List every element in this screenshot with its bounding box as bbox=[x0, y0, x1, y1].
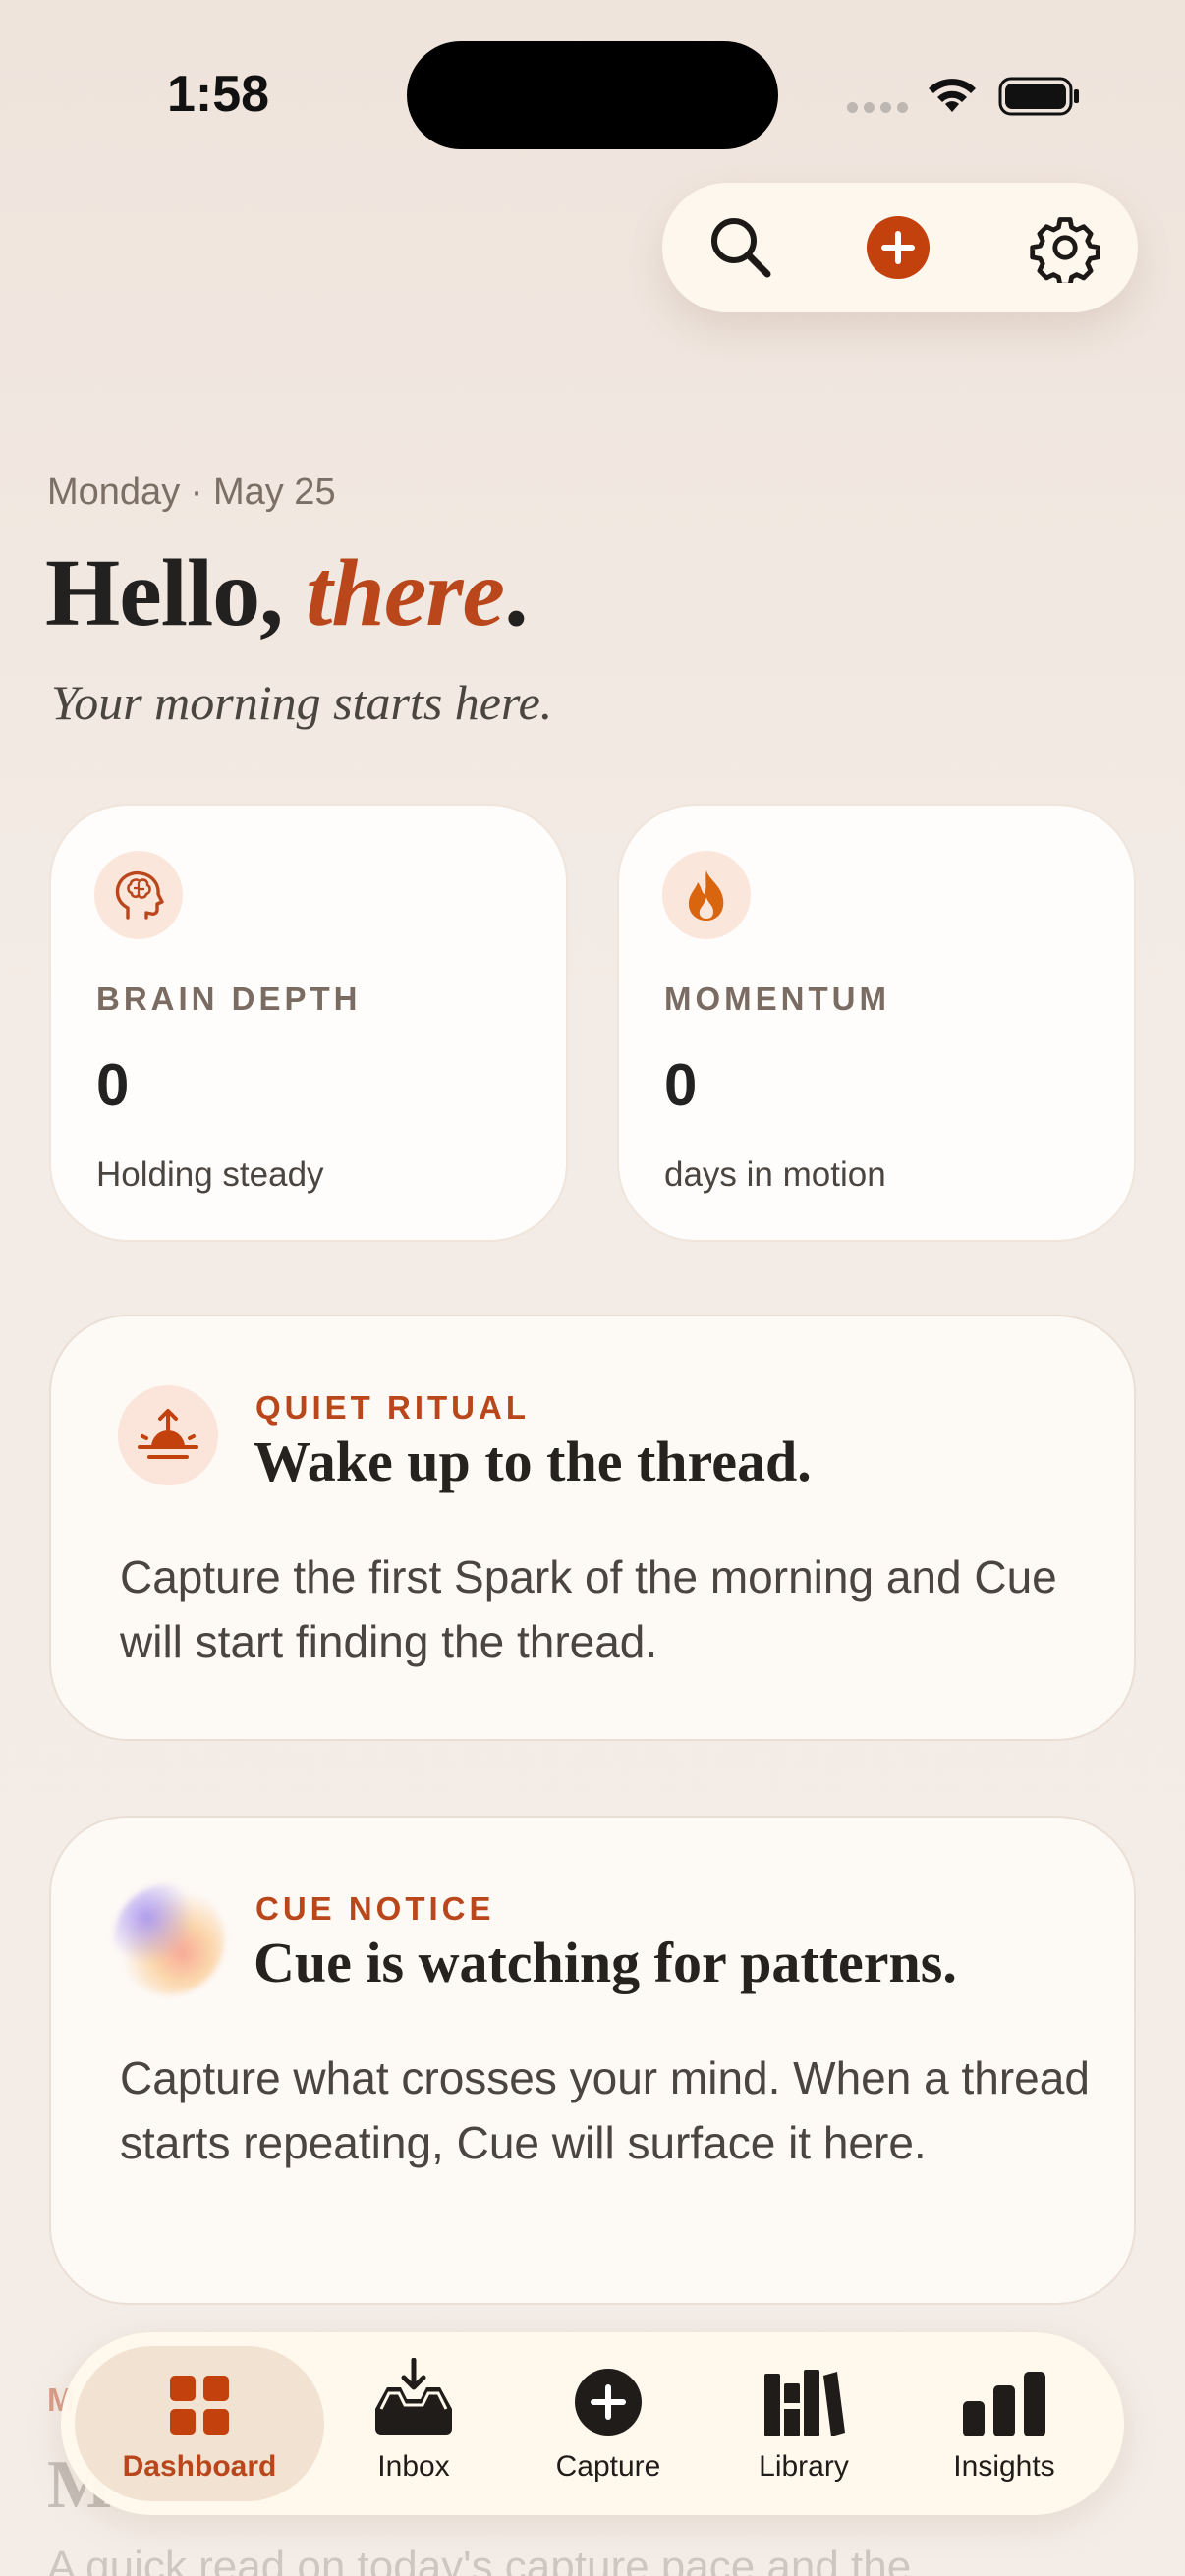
cue-notice-card[interactable]: CUE NOTICE Cue is watching for patterns.… bbox=[49, 1816, 1136, 2305]
flame-icon bbox=[662, 851, 751, 939]
wifi-icon bbox=[929, 79, 976, 112]
stat-value: 0 bbox=[96, 1052, 130, 1118]
search-icon bbox=[711, 218, 771, 278]
card-title: Cue is watching for patterns. bbox=[254, 1931, 957, 1994]
stat-note: days in motion bbox=[664, 1155, 886, 1194]
quiet-ritual-card[interactable]: QUIET RITUAL Wake up to the thread. Capt… bbox=[49, 1315, 1136, 1741]
tab-dashboard[interactable]: Dashboard bbox=[75, 2346, 324, 2501]
gear-icon bbox=[1030, 217, 1100, 283]
card-title: Wake up to the thread. bbox=[254, 1429, 812, 1493]
tab-label: Dashboard bbox=[122, 2450, 277, 2483]
stat-label: BRAIN DEPTH bbox=[96, 980, 362, 1017]
header-actions bbox=[662, 183, 1138, 312]
search-button[interactable] bbox=[702, 208, 780, 287]
tab-label: Capture bbox=[555, 2450, 661, 2483]
grid-icon bbox=[170, 2376, 229, 2435]
greeting-subtitle: Your morning starts here. bbox=[51, 675, 553, 730]
greeting-title: Hello, there. bbox=[45, 538, 529, 648]
sunrise-icon bbox=[118, 1385, 218, 1485]
stat-note: Holding steady bbox=[96, 1155, 324, 1194]
tab-label: Insights bbox=[953, 2450, 1055, 2483]
tab-inbox[interactable]: Inbox bbox=[350, 2346, 478, 2501]
card-kicker: CUE NOTICE bbox=[255, 1890, 495, 1927]
greeting-suffix: . bbox=[504, 540, 528, 646]
cue-orb-icon bbox=[114, 1884, 224, 1994]
greeting-prefix: Hello, bbox=[45, 540, 307, 646]
add-button[interactable] bbox=[859, 208, 937, 287]
status-time: 1:58 bbox=[167, 66, 270, 123]
brain-depth-card[interactable]: BRAIN DEPTH 0 Holding steady bbox=[49, 804, 568, 1242]
home-indicator bbox=[395, 2550, 790, 2562]
stat-value: 0 bbox=[664, 1052, 698, 1118]
plus-circle-icon bbox=[867, 216, 930, 279]
dynamic-island bbox=[407, 41, 778, 149]
momentum-card[interactable]: MOMENTUM 0 days in motion bbox=[617, 804, 1136, 1242]
stat-label: MOMENTUM bbox=[664, 980, 890, 1017]
battery-icon bbox=[998, 77, 1079, 116]
card-kicker: QUIET RITUAL bbox=[255, 1389, 530, 1426]
tab-label: Library bbox=[759, 2450, 849, 2483]
card-body: Capture what crosses your mind. When a t… bbox=[120, 2052, 1090, 2168]
inbox-tray-icon bbox=[375, 2358, 452, 2435]
cellular-signal-icon bbox=[847, 102, 908, 113]
books-icon bbox=[764, 2370, 845, 2436]
brain-head-icon bbox=[94, 851, 183, 939]
tab-insights[interactable]: Insights bbox=[926, 2346, 1083, 2501]
date-line: Monday · May 25 bbox=[47, 472, 336, 513]
card-body: Capture the first Spark of the morning a… bbox=[120, 1551, 1057, 1667]
tab-capture[interactable]: Capture bbox=[535, 2346, 682, 2501]
plus-circle-icon bbox=[575, 2369, 642, 2436]
tab-label: Inbox bbox=[377, 2450, 450, 2483]
tab-library[interactable]: Library bbox=[735, 2346, 873, 2501]
greeting-name: there bbox=[306, 540, 505, 646]
settings-button[interactable] bbox=[1026, 208, 1104, 287]
bar-chart-icon bbox=[963, 2372, 1045, 2436]
tab-bar: Dashboard Inbox Capture Library Insights bbox=[61, 2332, 1124, 2515]
